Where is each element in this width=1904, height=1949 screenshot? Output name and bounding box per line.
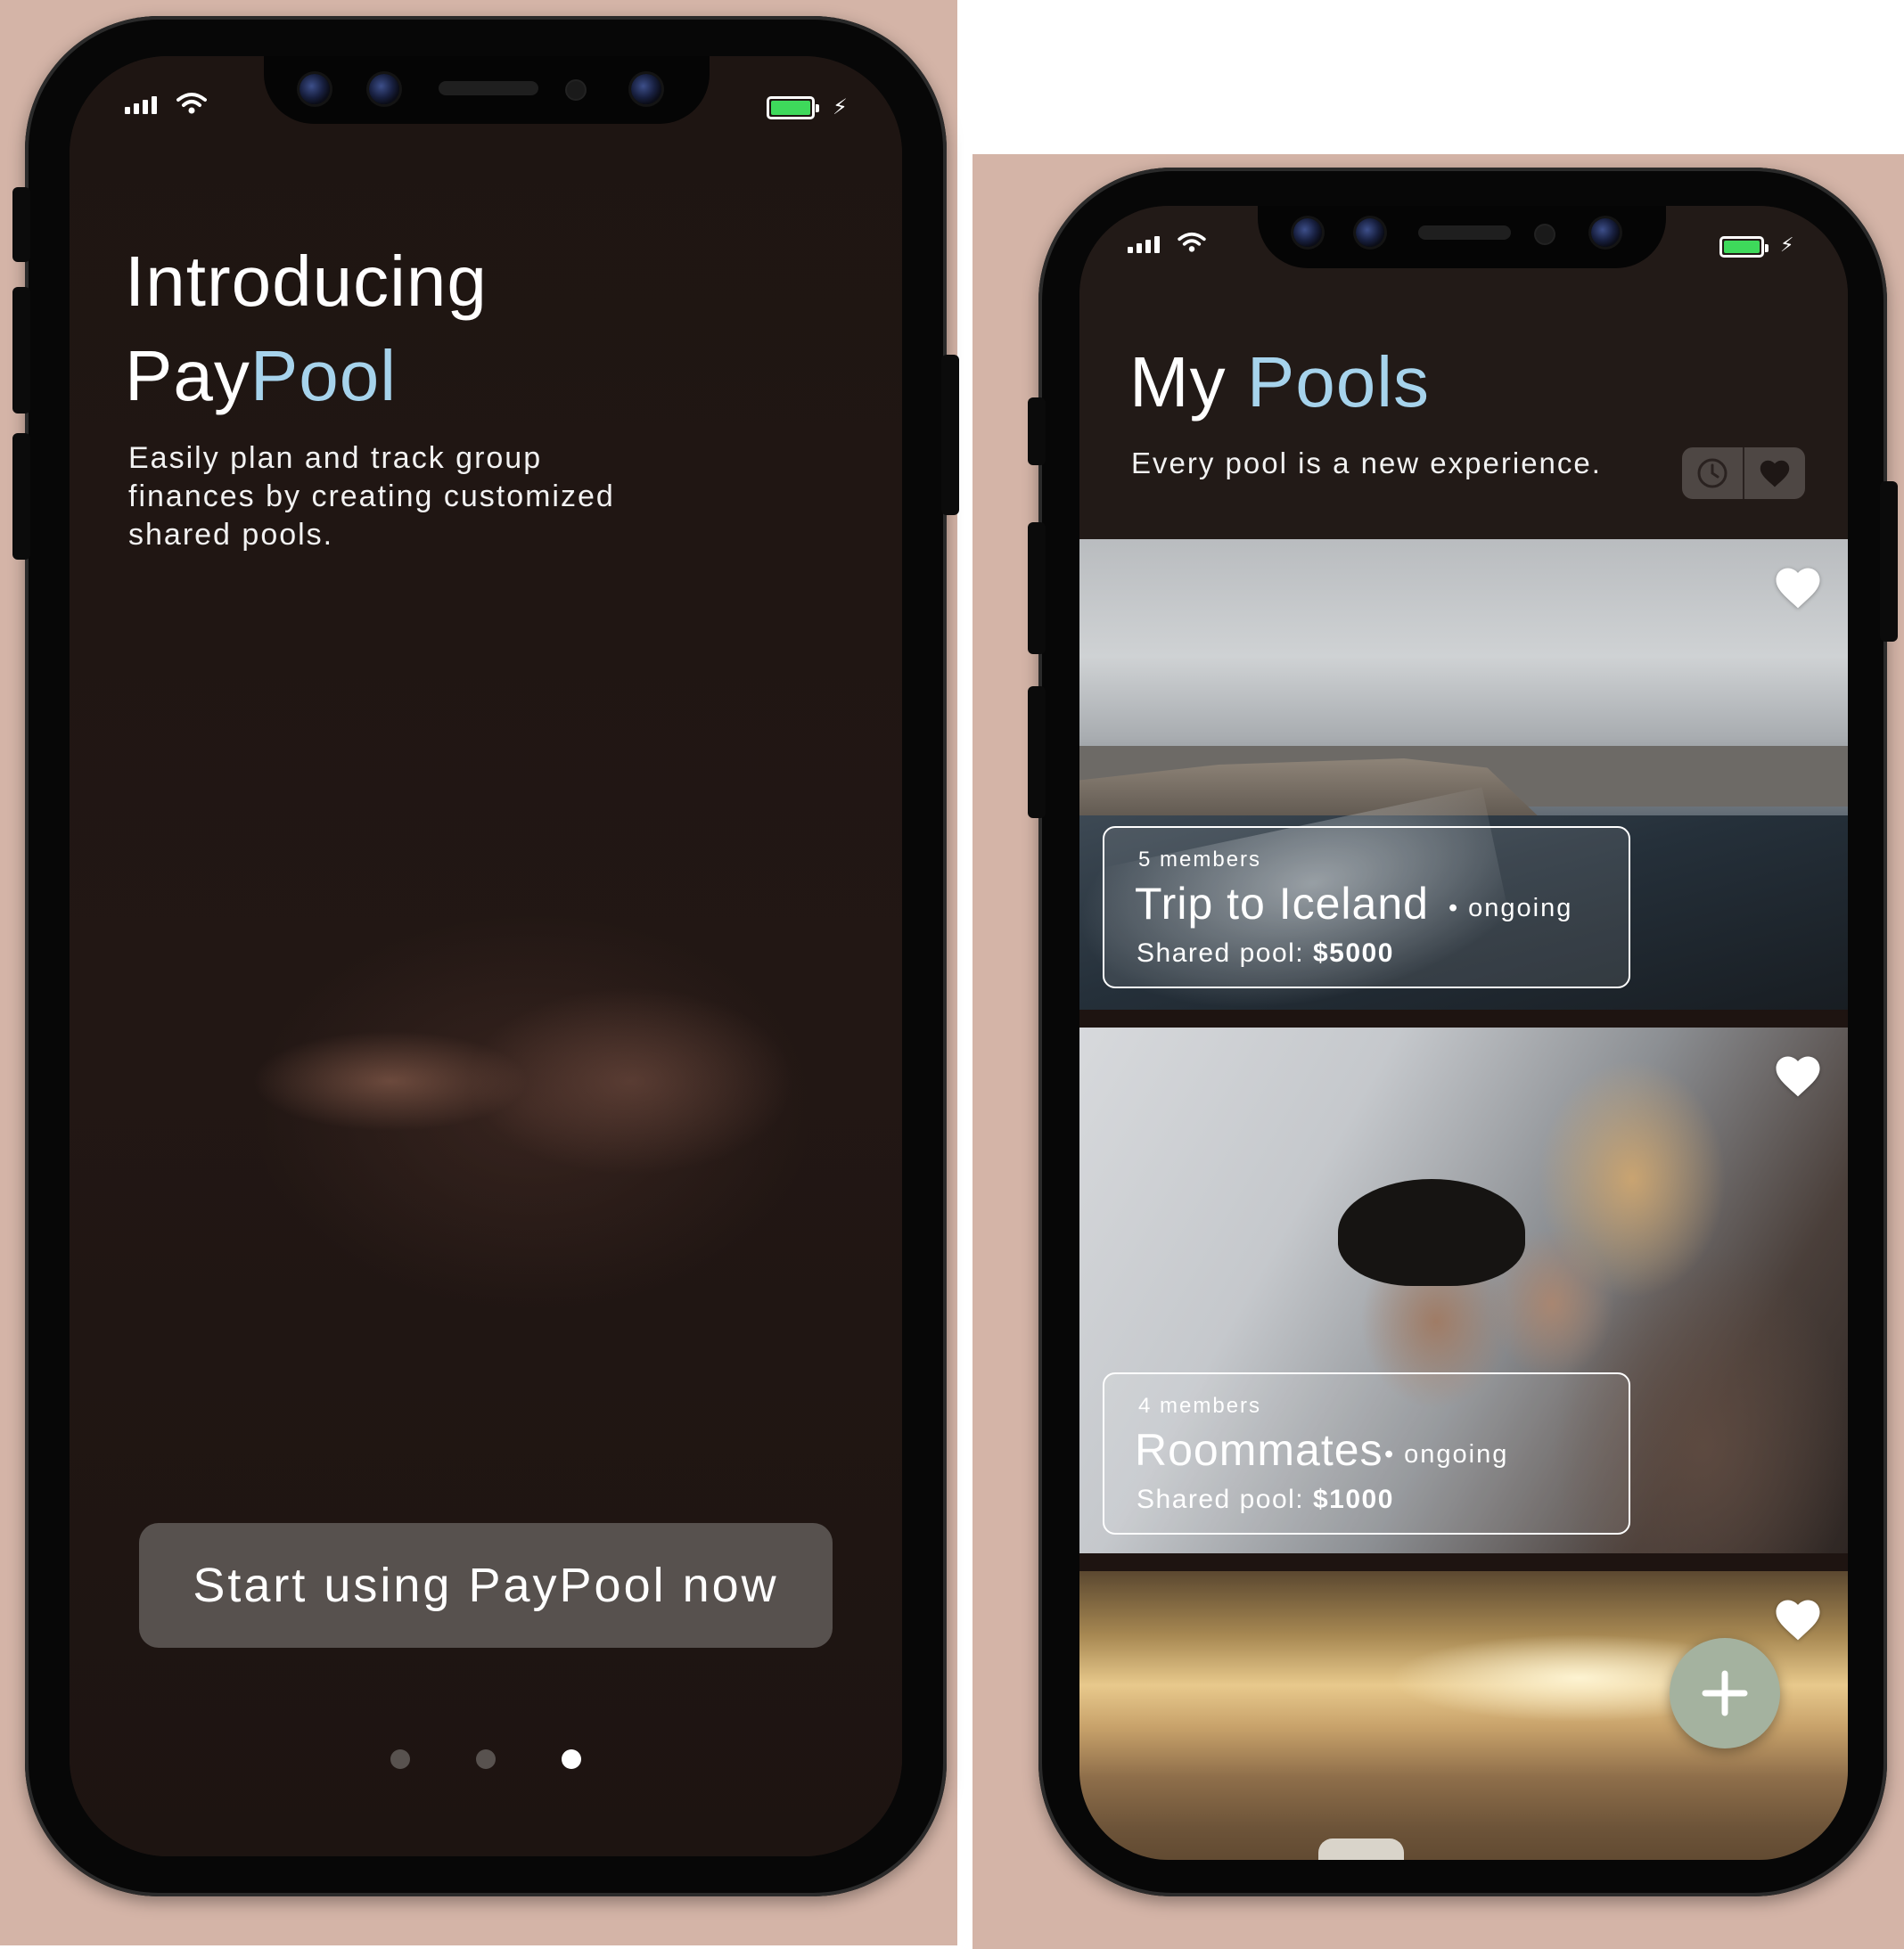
start-using-button[interactable]: Start using PayPool now [139, 1523, 833, 1648]
pool-info-box: 5 members Trip to Iceland ongoing Shared… [1103, 826, 1630, 988]
shared-pool-label: Shared pool: [1137, 1485, 1305, 1514]
title-prefix: Introducing [125, 242, 488, 321]
wifi-icon [1178, 232, 1206, 252]
shared-pool-amount: Shared pool: $5000 [1137, 938, 1394, 969]
shared-pool-value: $5000 [1312, 938, 1394, 968]
page-dot-3-active[interactable] [562, 1749, 581, 1769]
clock-icon [1697, 458, 1728, 488]
onboarding-subtitle: Easily plan and track group finances by … [128, 441, 615, 552]
sensor-lens-icon [369, 74, 399, 104]
battery-icon [1719, 236, 1769, 258]
add-pool-button[interactable] [1670, 1638, 1780, 1748]
favorite-heart-icon[interactable] [1773, 1052, 1823, 1099]
favorites-filter-button[interactable] [1743, 447, 1805, 499]
title-part-1: My [1129, 342, 1227, 422]
page-title: Introducing PayPool [125, 234, 488, 423]
charging-bolt-icon: ⚡ [1780, 234, 1794, 257]
page-title: My Pools [1129, 341, 1430, 423]
brand-part-1: Pay [125, 336, 250, 415]
signal-icon [125, 96, 157, 114]
proximity-sensor-icon [1536, 225, 1554, 243]
pool-name: Roommates [1135, 1425, 1383, 1475]
volume-down-button [1028, 686, 1046, 818]
speaker-grille [439, 81, 538, 95]
volume-up-button [1028, 522, 1046, 654]
mute-switch [12, 187, 30, 262]
speaker-grille [1418, 225, 1511, 240]
my-pools-screen: ⚡ My Pools Every pool is a new experienc… [1079, 206, 1848, 1860]
favorite-heart-icon[interactable] [1773, 1596, 1823, 1642]
member-count: 4 members [1138, 1394, 1262, 1418]
charging-bolt-icon: ⚡ [833, 94, 848, 119]
phone-my-pools: ⚡ My Pools Every pool is a new experienc… [1028, 168, 1898, 1896]
sensor-lens-icon [1356, 218, 1384, 247]
shared-pool-value: $1000 [1312, 1485, 1394, 1514]
shared-pool-label: Shared pool: [1137, 938, 1305, 968]
member-count: 5 members [1138, 848, 1262, 872]
power-button [941, 355, 959, 515]
pool-status: ongoing [1384, 1440, 1508, 1470]
van-shape [1318, 1838, 1404, 1860]
pools-subtitle: Every pool is a new experience. [1131, 446, 1602, 479]
volume-down-button [12, 433, 30, 560]
title-part-2: Pools [1246, 342, 1430, 422]
pool-name: Trip to Iceland [1135, 879, 1429, 929]
battery-icon [767, 96, 819, 119]
pool-info-box: 4 members Roommates ongoing Shared pool:… [1103, 1372, 1630, 1535]
page-dot-1[interactable] [390, 1749, 410, 1769]
front-camera-icon [1591, 218, 1620, 247]
volume-up-button [12, 287, 30, 414]
favorite-heart-icon[interactable] [1773, 564, 1823, 610]
hat-shape [1338, 1179, 1525, 1286]
heart-icon [1760, 460, 1790, 487]
wifi-icon [176, 93, 207, 114]
front-camera-icon [631, 74, 661, 104]
proximity-sensor-icon [567, 81, 585, 99]
pool-card[interactable]: 4 members Roommates ongoing Shared pool:… [1079, 1028, 1848, 1553]
pool-status: ongoing [1449, 894, 1572, 923]
signal-icon [1128, 236, 1160, 253]
page-dot-2[interactable] [476, 1749, 496, 1769]
camera-lens-icon [300, 74, 330, 104]
camera-lens-icon [1293, 218, 1322, 247]
onboarding-screen: ⚡ Introducing PayPool Easily plan and tr… [70, 56, 902, 1856]
shared-pool-amount: Shared pool: $1000 [1137, 1485, 1394, 1515]
brand-part-2: Pool [250, 336, 397, 415]
power-button [1880, 481, 1898, 642]
filter-toggle [1682, 447, 1805, 499]
notch [264, 56, 710, 124]
page-indicator [70, 1749, 902, 1769]
phone-onboarding: ⚡ Introducing PayPool Easily plan and tr… [12, 16, 959, 1896]
plus-icon [1702, 1670, 1748, 1716]
notch [1258, 206, 1666, 268]
recent-filter-button[interactable] [1682, 447, 1743, 499]
pool-card[interactable]: 5 members Trip to Iceland ongoing Shared… [1079, 539, 1848, 1010]
mute-switch [1028, 397, 1046, 465]
